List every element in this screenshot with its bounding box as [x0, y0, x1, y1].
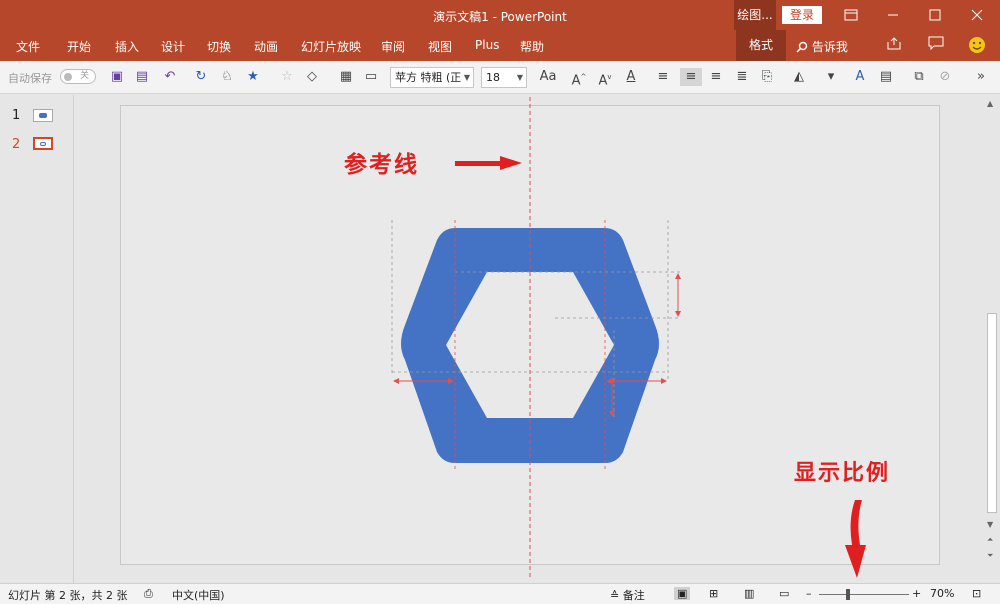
- justify-icon[interactable]: ≣: [733, 68, 751, 86]
- quick-styles-icon[interactable]: ▤: [877, 68, 895, 86]
- title-bar: 演示文稿1 - PowerPoint 绘图... 登录: [0, 0, 1000, 30]
- font-size-select[interactable]: 18 ▼: [481, 67, 527, 88]
- zoom-out-icon[interactable]: –: [806, 587, 812, 600]
- scroll-down-icon[interactable]: ▼: [987, 520, 993, 529]
- share-icon[interactable]: [886, 36, 902, 54]
- comments-icon[interactable]: [928, 36, 944, 54]
- slide-number-2: 2: [12, 137, 21, 152]
- star-disabled-icon: ☆: [281, 69, 293, 84]
- ribbon-display-icon[interactable]: [830, 0, 872, 30]
- group-icon[interactable]: ⧉: [910, 68, 928, 86]
- guide-line-annotation: 参考线: [344, 151, 419, 178]
- zoom-slider-thumb[interactable]: [846, 589, 850, 600]
- zoom-ratio-annotation: 显示比例: [794, 460, 891, 486]
- tab-animations[interactable]: 动画: [254, 38, 278, 55]
- align-right-icon[interactable]: ≡: [707, 68, 725, 86]
- tab-view[interactable]: 视图: [428, 38, 452, 55]
- notes-icon: ≙: [610, 589, 620, 602]
- slide-canvas[interactable]: [120, 105, 940, 565]
- shape-fill-icon[interactable]: ◇: [303, 68, 321, 86]
- arrange-dropdown-icon[interactable]: ▾: [822, 68, 840, 86]
- thumbnail-shape: [40, 142, 46, 146]
- minimize-icon[interactable]: [872, 0, 914, 30]
- slide-counter: 幻灯片 第 2 张，共 2 张: [8, 589, 128, 602]
- zoom-in-icon[interactable]: +: [912, 587, 921, 600]
- textbox-icon[interactable]: ▭: [362, 68, 380, 86]
- fit-to-window-icon[interactable]: ⊡: [972, 587, 981, 600]
- font-name-select[interactable]: 苹方 特粗 (正 ▼: [390, 67, 474, 88]
- decrease-font-icon[interactable]: Av: [596, 68, 614, 88]
- chevron-down-icon: ▼: [463, 73, 470, 82]
- paste-format-icon[interactable]: ⎘: [758, 68, 776, 86]
- tab-help[interactable]: 帮助: [520, 38, 544, 55]
- more-commands-icon[interactable]: »: [972, 68, 990, 86]
- slideshow-view-icon[interactable]: ▭: [779, 587, 789, 600]
- previous-slide-icon[interactable]: ⏶: [987, 535, 993, 545]
- tab-design[interactable]: 设计: [161, 38, 185, 55]
- thumbnail-shape: [39, 113, 47, 118]
- quick-access-toolbar: 自动保存 关 ▣ ▤ ↶ ↻ ♘ ★ ☆ ◇ ▦ ▭ 苹方 特粗 (正 ▼ 18…: [0, 61, 1000, 94]
- redo-icon[interactable]: ↻: [192, 68, 210, 86]
- close-icon[interactable]: [956, 0, 998, 30]
- login-button[interactable]: 登录: [782, 6, 822, 24]
- tab-file[interactable]: 文件: [16, 38, 40, 55]
- autosave-label: 自动保存: [8, 72, 52, 85]
- animation-painter-icon[interactable]: ♘: [218, 68, 236, 86]
- scrollbar-thumb[interactable]: [987, 313, 997, 513]
- language-indicator[interactable]: 中文(中国): [172, 587, 225, 603]
- merge-shapes-icon[interactable]: ⊘: [936, 68, 954, 86]
- tab-review[interactable]: 审阅: [381, 38, 405, 55]
- search-icon: [796, 41, 808, 53]
- slide-number-1: 1: [12, 108, 21, 123]
- smiley-feedback-icon[interactable]: [968, 36, 986, 58]
- align-left-icon[interactable]: ≡: [654, 68, 672, 86]
- tab-home[interactable]: 开始: [67, 38, 91, 55]
- wordart-icon[interactable]: A: [851, 68, 869, 86]
- slide-thumbnail-pane: 1 2: [0, 95, 74, 583]
- drawing-tools-tab[interactable]: 绘图...: [734, 0, 776, 30]
- tab-format[interactable]: 格式: [736, 30, 786, 61]
- vertical-scrollbar[interactable]: ▲ ▼ ⏶ ⏷: [984, 95, 1000, 583]
- next-slide-icon[interactable]: ⏷: [987, 551, 993, 561]
- tab-slideshow[interactable]: 幻灯片放映: [301, 38, 361, 55]
- font-size-value: 18: [486, 71, 500, 84]
- notes-label: 备注: [622, 589, 645, 602]
- save-icon[interactable]: ▤: [133, 68, 151, 86]
- tab-transitions[interactable]: 切换: [207, 38, 231, 55]
- slide-thumbnail-2[interactable]: [33, 137, 53, 150]
- increase-font-icon[interactable]: A^: [570, 68, 588, 88]
- zoom-level[interactable]: 70%: [930, 587, 954, 600]
- status-bar: 幻灯片 第 2 张，共 2 张 ⎙ 中文(中国) ≙ 备注 ▣ ⊞ ▥ ▭ – …: [0, 583, 1000, 604]
- undo-icon[interactable]: ↶: [161, 68, 179, 86]
- arrange-icon[interactable]: ▦: [337, 68, 355, 86]
- slide-editor: [75, 95, 985, 583]
- slide-sorter-icon[interactable]: ⊞: [709, 587, 718, 600]
- scroll-up-icon[interactable]: ▲: [987, 99, 993, 108]
- change-case-button[interactable]: Aa: [536, 68, 560, 86]
- save-as-icon[interactable]: ▣: [108, 68, 126, 86]
- slide-thumbnail-1[interactable]: [33, 109, 53, 122]
- tab-insert[interactable]: 插入: [115, 38, 139, 55]
- align-center-icon[interactable]: ≡: [680, 68, 702, 86]
- spelling-check-icon[interactable]: ⎙: [144, 587, 153, 601]
- ribbon-tabs: 文件 开始 插入 设计 切换 动画 幻灯片放映 审阅 视图 Plus 帮助 格式…: [0, 30, 1000, 61]
- zoom-slider-track[interactable]: [819, 594, 909, 595]
- shape-effects-icon[interactable]: ◭: [790, 68, 808, 86]
- tell-me-label: 告诉我: [811, 40, 848, 54]
- font-name-value: 苹方 特粗 (正: [395, 71, 462, 84]
- star-effect-icon[interactable]: ★: [244, 68, 262, 86]
- autosave-toggle[interactable]: 关: [60, 69, 96, 84]
- chevron-down-icon: ▼: [516, 73, 523, 82]
- tab-plus[interactable]: Plus: [475, 38, 499, 52]
- notes-button[interactable]: ≙ 备注: [610, 587, 645, 603]
- font-color-icon[interactable]: A: [622, 68, 640, 86]
- maximize-icon[interactable]: [914, 0, 956, 30]
- reading-view-icon[interactable]: ▥: [744, 587, 754, 600]
- tell-me-search[interactable]: 告诉我: [796, 38, 848, 55]
- normal-view-icon[interactable]: ▣: [674, 587, 691, 600]
